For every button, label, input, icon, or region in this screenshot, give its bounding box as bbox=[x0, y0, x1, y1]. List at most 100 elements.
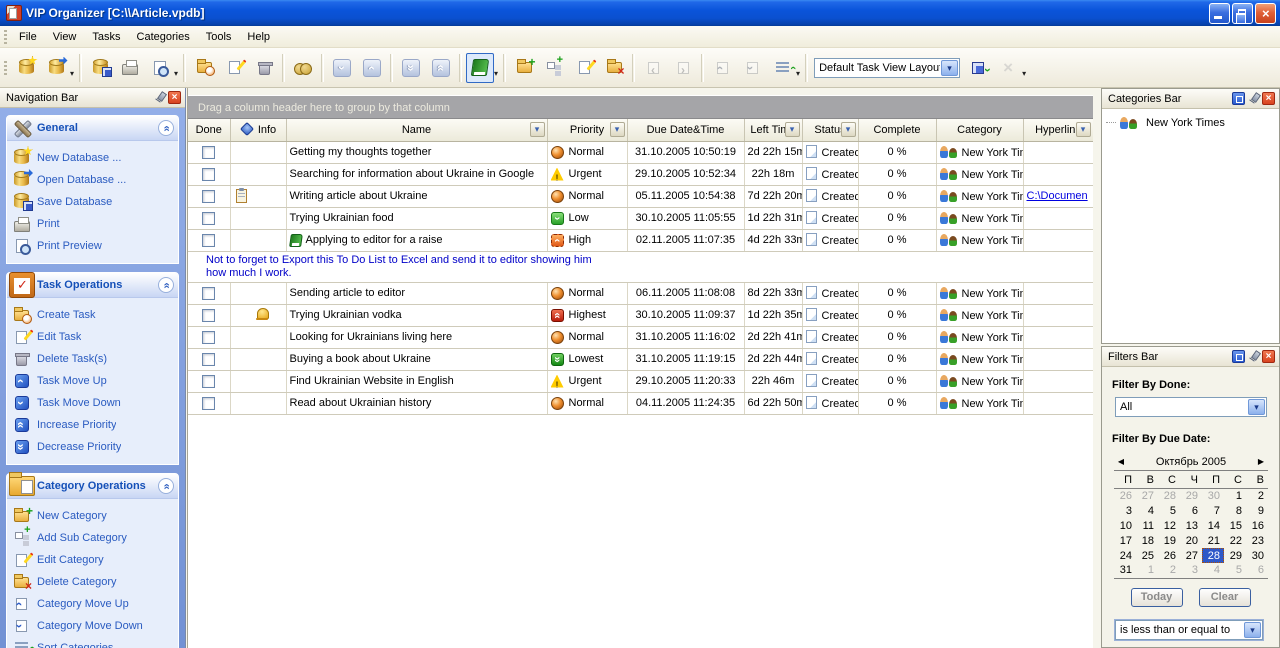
nav-item-open-database[interactable]: Open Database ... bbox=[13, 169, 176, 191]
calendar-prev-icon[interactable]: ◀ bbox=[1114, 457, 1128, 466]
collapse-chevron-icon[interactable] bbox=[158, 277, 174, 293]
calendar-day[interactable]: 21 bbox=[1202, 533, 1224, 548]
task-move-top-button[interactable] bbox=[427, 53, 455, 83]
calendar-day[interactable]: 26 bbox=[1114, 488, 1136, 503]
task-row[interactable]: Searching for information about Ukraine … bbox=[188, 163, 1093, 185]
done-checkbox[interactable] bbox=[202, 190, 215, 203]
column-header-complete[interactable]: Complete bbox=[858, 119, 936, 141]
done-checkbox[interactable] bbox=[202, 168, 215, 181]
find-button[interactable] bbox=[289, 53, 317, 83]
column-header-info[interactable]: Info bbox=[230, 119, 286, 141]
menu-tools[interactable]: Tools bbox=[198, 28, 240, 46]
task-row[interactable]: Looking for Ukrainians living hereNormal… bbox=[188, 326, 1093, 348]
task-move-bottom-button[interactable] bbox=[397, 53, 425, 83]
collapse-chevron-icon[interactable] bbox=[158, 478, 174, 494]
nav-item-decrease-priority[interactable]: Decrease Priority bbox=[13, 436, 176, 458]
toolbar-grip[interactable] bbox=[4, 61, 7, 75]
close-button[interactable]: × bbox=[1255, 3, 1276, 24]
calendar-day[interactable]: 24 bbox=[1114, 548, 1136, 563]
nav-item-save-database[interactable]: Save Database bbox=[13, 191, 176, 213]
column-header-name[interactable]: Name bbox=[286, 119, 547, 141]
calendar-day[interactable]: 8 bbox=[1224, 503, 1246, 518]
filter-chevron-icon[interactable] bbox=[610, 122, 625, 137]
edit-category-button[interactable] bbox=[570, 53, 598, 83]
task-row[interactable]: Buying a book about UkraineLowest31.10.2… bbox=[188, 348, 1093, 370]
close-icon[interactable] bbox=[1262, 350, 1275, 363]
column-header-category[interactable]: Category bbox=[936, 119, 1023, 141]
chevron-down-icon[interactable] bbox=[1244, 622, 1261, 638]
create-task-button[interactable] bbox=[190, 53, 218, 83]
nav-item-category-move-up[interactable]: Category Move Up bbox=[13, 593, 176, 615]
nav-section-header[interactable]: Task Operations bbox=[7, 273, 178, 298]
column-header-priority[interactable]: Priority bbox=[547, 119, 627, 141]
nav-item-edit-task[interactable]: Edit Task bbox=[13, 326, 176, 348]
column-header-left[interactable]: Left Time bbox=[744, 119, 802, 141]
calendar-day[interactable]: 18 bbox=[1136, 533, 1158, 548]
close-icon[interactable] bbox=[1262, 92, 1275, 105]
calendar-day[interactable]: 4 bbox=[1136, 503, 1158, 518]
calendar-day[interactable]: 3 bbox=[1180, 563, 1202, 578]
calendar-day[interactable]: 3 bbox=[1114, 503, 1136, 518]
nav-item-add-sub-category[interactable]: Add Sub Category bbox=[13, 527, 176, 549]
chevron-down-icon[interactable] bbox=[941, 60, 958, 76]
calendar-day[interactable]: 30 bbox=[1246, 548, 1268, 563]
chevron-down-icon[interactable]: ▾ bbox=[1022, 69, 1026, 78]
new-database-button[interactable] bbox=[12, 53, 40, 83]
calendar-day[interactable]: 5 bbox=[1158, 503, 1180, 518]
clear-button[interactable]: Clear bbox=[1199, 588, 1251, 607]
calendar-day[interactable]: 1 bbox=[1136, 563, 1158, 578]
float-panel-icon[interactable] bbox=[1232, 350, 1245, 363]
nav-item-delete-category[interactable]: Delete Category bbox=[13, 571, 176, 593]
done-checkbox[interactable] bbox=[202, 146, 215, 159]
menu-categories[interactable]: Categories bbox=[129, 28, 198, 46]
print-button[interactable] bbox=[116, 53, 144, 83]
pin-icon[interactable] bbox=[154, 92, 165, 103]
calendar-day[interactable]: 6 bbox=[1180, 503, 1202, 518]
menu-grip[interactable] bbox=[4, 30, 7, 44]
nav-item-increase-priority[interactable]: Increase Priority bbox=[13, 414, 176, 436]
nav-item-delete-task[interactable]: Delete Task(s) bbox=[13, 348, 176, 370]
nav-section-header[interactable]: General bbox=[7, 116, 178, 141]
nav-item-category-move-down[interactable]: Category Move Down bbox=[13, 615, 176, 637]
calendar-day[interactable]: 7 bbox=[1202, 503, 1224, 518]
calendar-day[interactable]: 31 bbox=[1114, 563, 1136, 578]
save-database-button[interactable] bbox=[86, 53, 114, 83]
calendar-day[interactable]: 2 bbox=[1246, 488, 1268, 503]
nav-section-header[interactable]: Category Operations bbox=[7, 474, 178, 499]
calendar-day[interactable]: 11 bbox=[1136, 518, 1158, 533]
restore-button[interactable] bbox=[1232, 3, 1253, 24]
filter-chevron-icon[interactable] bbox=[530, 122, 545, 137]
column-header-status[interactable]: Status bbox=[802, 119, 858, 141]
filter-done-select[interactable]: All bbox=[1115, 397, 1267, 417]
task-row[interactable]: Trying Ukrainian foodLow30.10.2005 11:05… bbox=[188, 207, 1093, 229]
nav-item-edit-category[interactable]: Edit Category bbox=[13, 549, 176, 571]
nav-item-create-task[interactable]: Create Task bbox=[13, 304, 176, 326]
calendar-day[interactable]: 29 bbox=[1224, 548, 1246, 563]
calendar-day[interactable]: 9 bbox=[1246, 503, 1268, 518]
calendar-day[interactable]: 1 bbox=[1224, 488, 1246, 503]
chevron-down-icon[interactable] bbox=[1248, 399, 1265, 415]
chevron-down-icon[interactable]: ▾ bbox=[70, 69, 74, 78]
calendar-day[interactable]: 12 bbox=[1158, 518, 1180, 533]
nav-item-new-database[interactable]: New Database ... bbox=[13, 147, 176, 169]
nav-item-new-category[interactable]: New Category bbox=[13, 505, 176, 527]
edit-task-button[interactable] bbox=[220, 53, 248, 83]
calendar-day[interactable]: 4 bbox=[1202, 563, 1224, 578]
close-icon[interactable] bbox=[168, 91, 181, 104]
task-view-layout-select[interactable]: Default Task View Layout bbox=[814, 58, 960, 78]
menu-help[interactable]: Help bbox=[239, 28, 278, 46]
column-header-done[interactable]: Done bbox=[188, 119, 230, 141]
calendar-day[interactable]: 2 bbox=[1158, 563, 1180, 578]
nav-item-print[interactable]: Print bbox=[13, 213, 176, 235]
minimize-button[interactable] bbox=[1209, 3, 1230, 24]
calendar-next-icon[interactable]: ▶ bbox=[1254, 457, 1268, 466]
done-checkbox[interactable] bbox=[202, 353, 215, 366]
calendar-day-selected[interactable]: 28 bbox=[1202, 548, 1224, 563]
calendar-day[interactable]: 25 bbox=[1136, 548, 1158, 563]
filter-chevron-icon[interactable] bbox=[1076, 122, 1091, 137]
filter-chevron-icon[interactable] bbox=[785, 122, 800, 137]
new-category-button[interactable] bbox=[510, 53, 538, 83]
menu-tasks[interactable]: Tasks bbox=[84, 28, 128, 46]
float-panel-icon[interactable] bbox=[1232, 92, 1245, 105]
nav-item-print-preview[interactable]: Print Preview bbox=[13, 235, 176, 257]
